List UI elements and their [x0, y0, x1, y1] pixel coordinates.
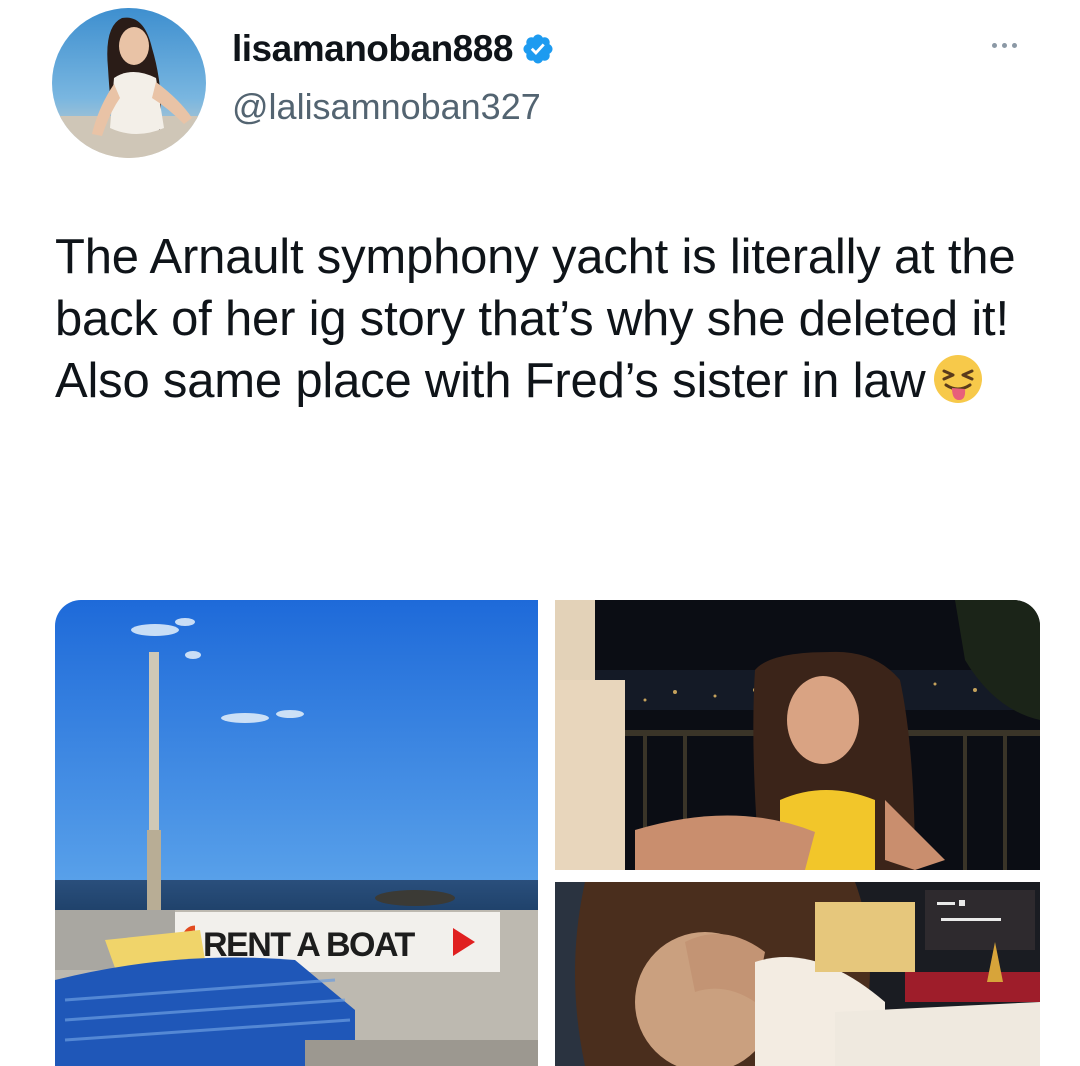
- more-dot: [992, 42, 997, 48]
- avatar[interactable]: [52, 8, 206, 158]
- tweet[interactable]: lisamanoban888 @lalisamnoban327 The Arna…: [0, 0, 1080, 1066]
- user-handle[interactable]: @lalisamnoban327: [232, 86, 541, 128]
- more-dot: [1012, 42, 1017, 48]
- media-image-harbor[interactable]: RENT A BOAT: [55, 600, 538, 1066]
- harbor-photo: RENT A BOAT: [55, 600, 538, 1066]
- tweet-text-content: The Arnault symphony yacht is literally …: [55, 230, 1016, 408]
- media-image-dinner-portrait[interactable]: [555, 882, 1040, 1066]
- avatar-image: [52, 8, 206, 158]
- more-dot: [1002, 42, 1007, 48]
- media-grid[interactable]: RENT A BOAT: [55, 600, 1040, 1066]
- dinner-portrait-photo: [555, 882, 1040, 1066]
- verified-badge-icon: [523, 34, 553, 64]
- author-name-row[interactable]: lisamanoban888: [232, 28, 555, 70]
- display-name[interactable]: lisamanoban888: [232, 28, 513, 70]
- squinting-face-with-tongue-emoji: [933, 355, 982, 403]
- media-image-night-portrait[interactable]: [555, 600, 1040, 870]
- night-portrait-photo: [555, 600, 1040, 870]
- tweet-text: The Arnault symphony yacht is literally …: [55, 226, 1045, 412]
- more-options-icon[interactable]: [992, 35, 1032, 55]
